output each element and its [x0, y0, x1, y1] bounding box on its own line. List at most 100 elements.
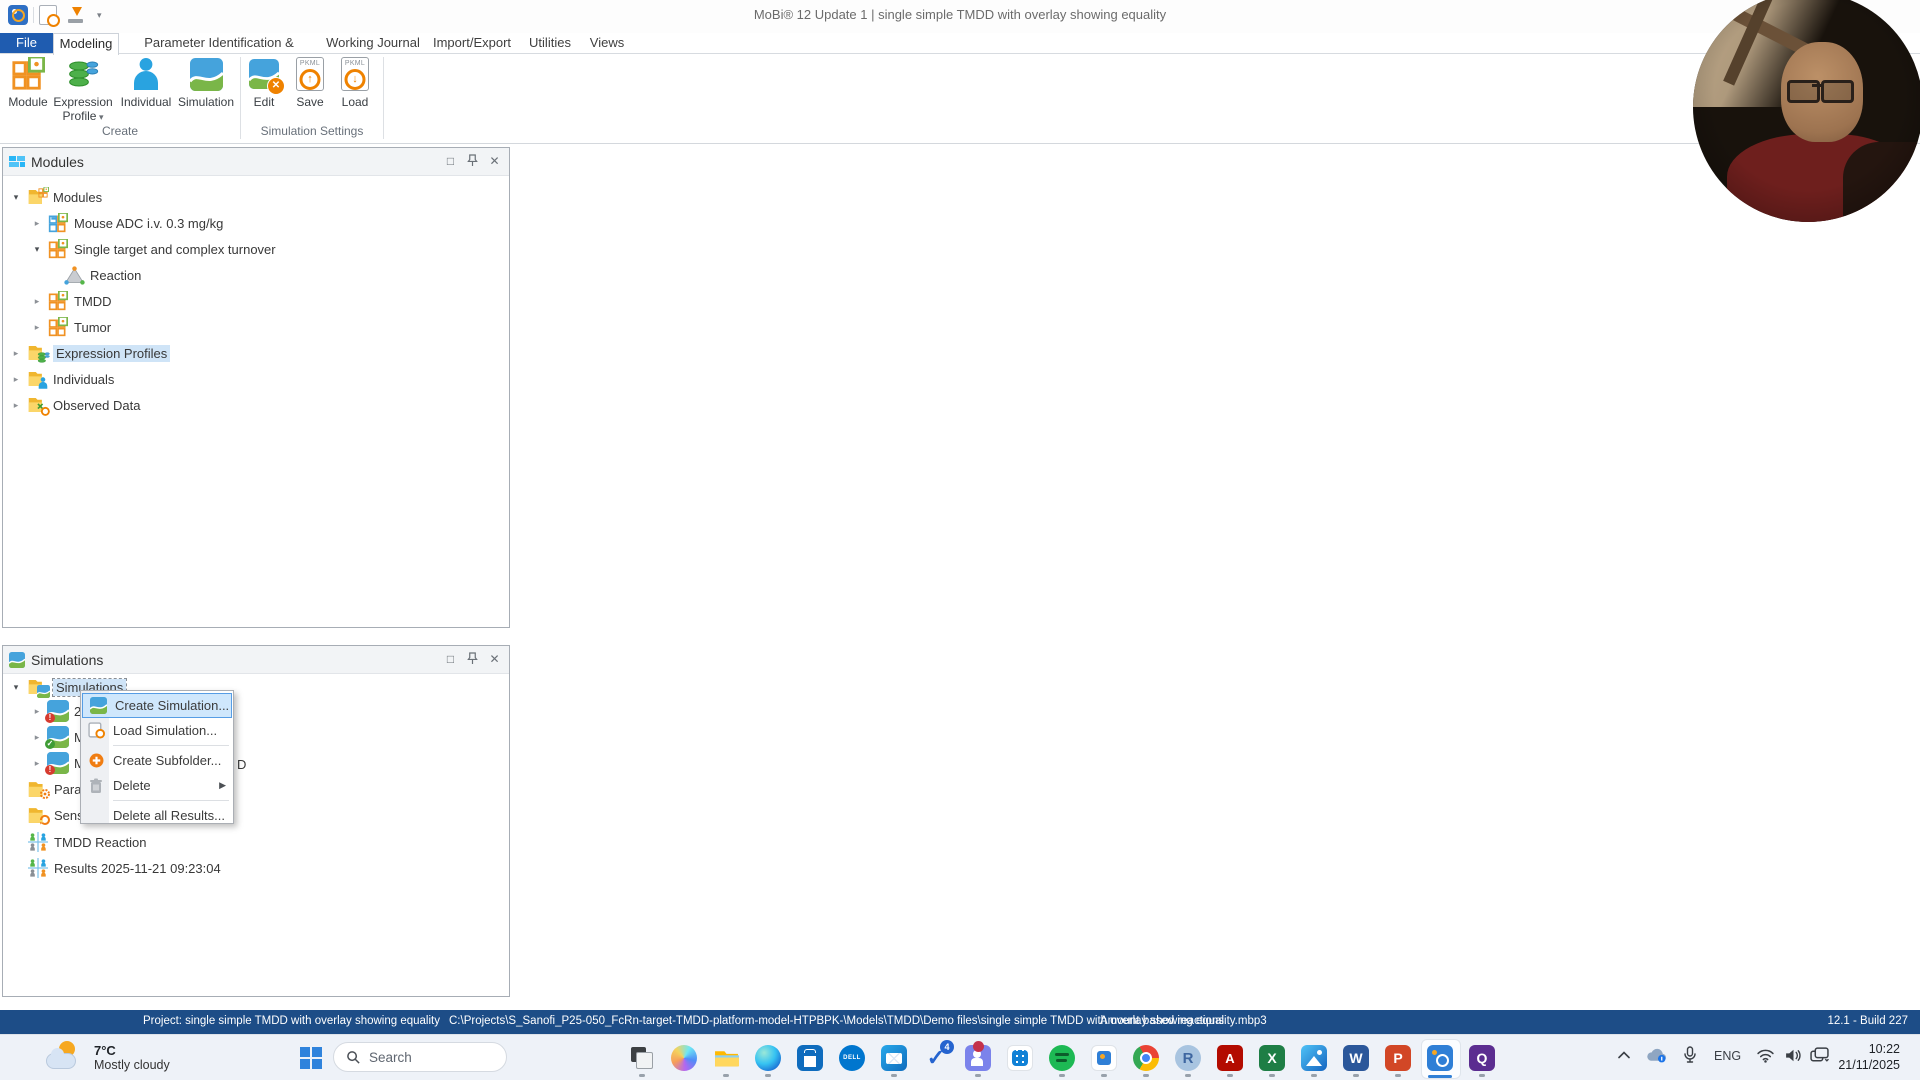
- menu-item-create-subfolder[interactable]: Create Subfolder...: [81, 748, 233, 773]
- edge-icon[interactable]: [755, 1045, 781, 1071]
- tree-item-individuals[interactable]: ▸ Individuals: [11, 368, 114, 390]
- simulation-icon: [188, 56, 224, 92]
- menu-item-load-simulation[interactable]: Load Simulation...: [81, 718, 233, 743]
- maximize-panel-icon[interactable]: □: [444, 652, 457, 666]
- expander-icon[interactable]: ▸: [11, 374, 21, 385]
- tab-parameter-identification[interactable]: Parameter Identification & Sensitivity: [119, 33, 319, 70]
- maximize-panel-icon[interactable]: □: [444, 154, 457, 168]
- task-view-icon[interactable]: [629, 1045, 655, 1071]
- spotify-icon[interactable]: [1049, 1045, 1075, 1071]
- expander-icon[interactable]: ▾: [11, 682, 21, 693]
- tab-working-journal[interactable]: Working Journal: [321, 33, 425, 53]
- tree-item-simulation-3[interactable]: ▸ ! M: [32, 752, 85, 775]
- clock[interactable]: 10:22 21/11/2025: [1820, 1041, 1900, 1073]
- expander-icon[interactable]: ▸: [32, 322, 42, 333]
- tray-date: 21/11/2025: [1838, 1058, 1900, 1072]
- context-menu: Create Simulation... Load Simulation... …: [80, 690, 234, 824]
- running-indicator: [1395, 1074, 1401, 1077]
- file-explorer-icon[interactable]: [713, 1045, 739, 1071]
- mobi-taskbar-icon[interactable]: [1427, 1045, 1453, 1071]
- menu-separator: [113, 745, 229, 746]
- r-console-icon[interactable]: R: [1175, 1045, 1201, 1071]
- simulation-check-icon: ✓: [45, 727, 69, 749]
- tree-item-observed-data[interactable]: ▸ Observed Data: [11, 394, 140, 416]
- word-icon[interactable]: W: [1343, 1045, 1369, 1071]
- pin-panel-icon[interactable]: [466, 652, 479, 665]
- close-panel-icon[interactable]: ✕: [488, 652, 501, 666]
- microphone-icon[interactable]: [1684, 1046, 1696, 1063]
- expression-profile-icon: [65, 56, 101, 92]
- tab-utilities[interactable]: Utilities: [519, 33, 581, 53]
- powerpoint-icon[interactable]: P: [1385, 1045, 1411, 1071]
- expander-icon[interactable]: ▸: [32, 706, 42, 717]
- pksim-icon[interactable]: [1091, 1045, 1117, 1071]
- excel-icon[interactable]: X: [1259, 1045, 1285, 1071]
- wifi-icon[interactable]: [1756, 1048, 1775, 1063]
- start-button[interactable]: [300, 1047, 322, 1069]
- tree-item-simulation-2[interactable]: ▸ ✓ M: [32, 726, 85, 749]
- running-indicator: [1479, 1074, 1485, 1077]
- tree-item-tumor[interactable]: ▸ Tumor: [32, 316, 111, 338]
- individual-button[interactable]: Individual: [114, 56, 178, 109]
- pin-panel-icon[interactable]: [466, 154, 479, 167]
- tray-chevron-up-icon[interactable]: [1618, 1051, 1630, 1059]
- webcam-overlay: [1693, 0, 1920, 222]
- chrome-icon[interactable]: [1133, 1045, 1159, 1071]
- expander-icon[interactable]: ▸: [11, 348, 21, 359]
- tree-item-single-target[interactable]: ▾ Single target and complex turnover: [32, 238, 276, 260]
- expander-icon[interactable]: ▸: [11, 400, 21, 411]
- outlook-icon[interactable]: [881, 1045, 907, 1071]
- tree-item-expression-profiles[interactable]: ▸ Expression Profiles: [11, 342, 171, 364]
- tree-item-tmdd[interactable]: ▸ TMDD: [32, 290, 112, 312]
- expander-icon[interactable]: ▸: [32, 218, 42, 229]
- photos-icon[interactable]: [1301, 1045, 1327, 1071]
- copilot-icon[interactable]: [671, 1045, 697, 1071]
- title-bar: ▾ MoBi® 12 Update 1 | single simple TMDD…: [0, 0, 1920, 33]
- weather-widget[interactable]: 7°C Mostly cloudy: [46, 1041, 170, 1073]
- tree-item-mouse-adc[interactable]: ▸ Mouse ADC i.v. 0.3 mg/kg: [32, 212, 223, 234]
- load-simulation-settings-button[interactable]: PKML ↓ Load: [323, 56, 387, 109]
- volume-icon[interactable]: [1784, 1048, 1803, 1063]
- tab-modeling[interactable]: Modeling: [53, 33, 119, 55]
- expander-icon[interactable]: ▸: [32, 758, 42, 769]
- tree-item-simulation-1[interactable]: ▸ ! 2: [32, 700, 81, 723]
- onedrive-cloud-icon[interactable]: [1646, 1048, 1667, 1063]
- expander-icon[interactable]: ▾: [32, 244, 42, 255]
- close-panel-icon[interactable]: ✕: [488, 154, 501, 168]
- expander-icon[interactable]: ▸: [32, 296, 42, 307]
- q-app-icon[interactable]: Q: [1469, 1045, 1495, 1071]
- running-indicator: [1227, 1074, 1233, 1077]
- module-orange-icon: [47, 239, 69, 259]
- edit-icon: ✕: [246, 56, 285, 95]
- tree-item-reaction[interactable]: Reaction: [63, 264, 141, 286]
- running-indicator: [639, 1074, 645, 1077]
- running-indicator: [1311, 1074, 1317, 1077]
- tree-item-results[interactable]: Results 2025-11-21 09:23:04: [27, 857, 221, 879]
- tab-file[interactable]: File: [0, 33, 53, 53]
- language-indicator[interactable]: ENG: [1714, 1049, 1741, 1063]
- tree-item-sensitivity-analyses[interactable]: Sensi: [27, 804, 87, 826]
- create-simulation-button[interactable]: Simulation: [174, 56, 238, 109]
- expression-profiles-folder-icon: [26, 343, 48, 363]
- individual-icon: [128, 56, 164, 92]
- modules-panel-title: Modules: [31, 153, 84, 170]
- dell-icon[interactable]: DELL: [839, 1045, 865, 1071]
- app-grid-icon[interactable]: [1007, 1045, 1033, 1071]
- tree-item-modules-root[interactable]: ▾ Modules: [11, 186, 102, 208]
- expander-icon[interactable]: ▸: [32, 732, 42, 743]
- search-placeholder: Search: [369, 1049, 412, 1065]
- expander-icon[interactable]: ▾: [11, 192, 21, 203]
- sensitivity-analyses-folder-icon: [27, 805, 49, 825]
- simulations-panel-icon: [9, 652, 25, 668]
- menu-item-create-simulation[interactable]: Create Simulation...: [82, 693, 232, 718]
- menu-item-delete[interactable]: Delete ▶: [81, 773, 233, 798]
- menu-item-delete-all-results[interactable]: Delete all Results...: [81, 803, 233, 828]
- expression-profile-button[interactable]: Expression Profile: [51, 56, 115, 124]
- simulations-panel-header: Simulations □ ✕: [3, 646, 509, 674]
- acrobat-icon[interactable]: A: [1217, 1045, 1243, 1071]
- microsoft-store-icon[interactable]: [797, 1045, 823, 1071]
- tab-import-export[interactable]: Import/Export: [427, 33, 517, 53]
- tab-views[interactable]: Views: [583, 33, 631, 53]
- tree-item-tmdd-reaction[interactable]: TMDD Reaction: [27, 831, 146, 853]
- search-box[interactable]: Search: [333, 1042, 507, 1072]
